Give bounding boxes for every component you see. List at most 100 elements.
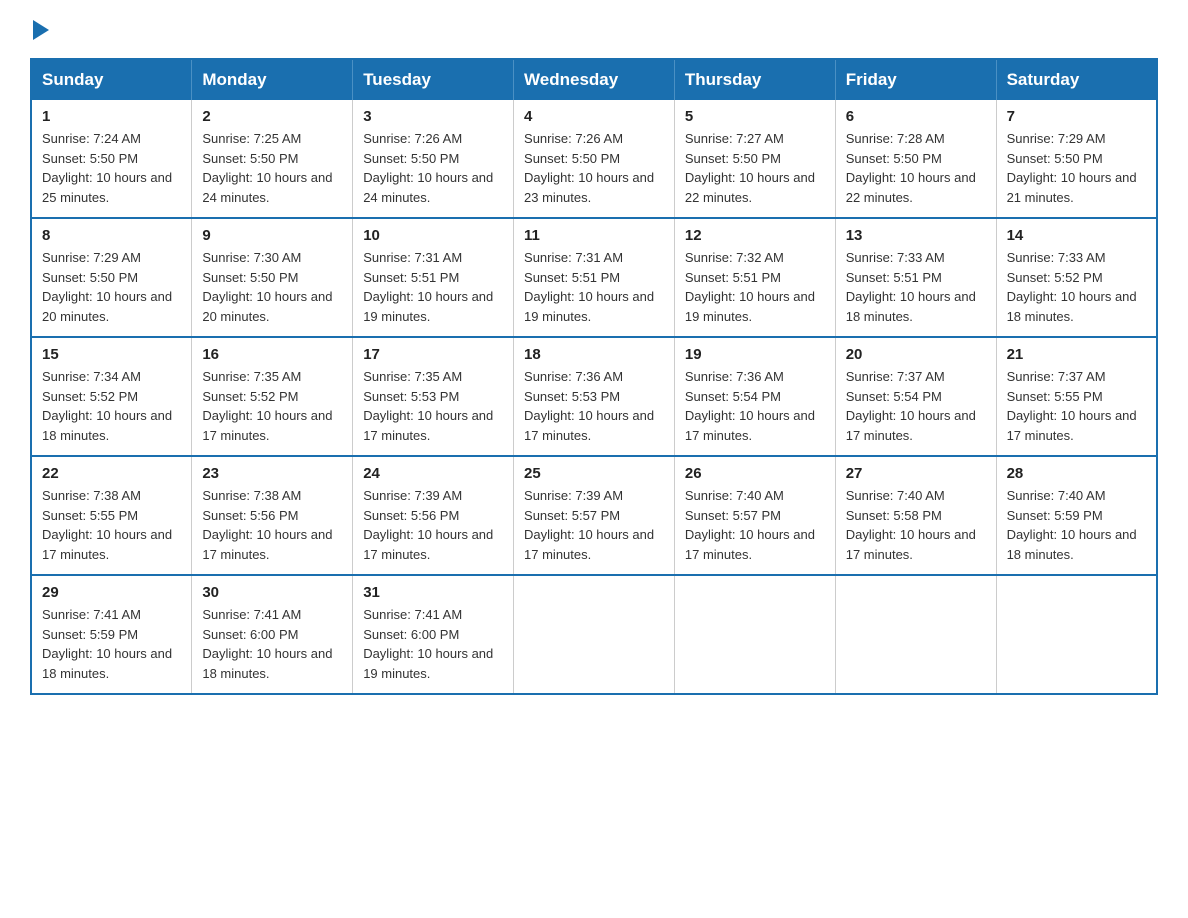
calendar-cell: 23 Sunrise: 7:38 AMSunset: 5:56 PMDayligh… [192, 456, 353, 575]
calendar-cell: 26 Sunrise: 7:40 AMSunset: 5:57 PMDayligh… [674, 456, 835, 575]
day-number: 3 [363, 108, 503, 125]
calendar-cell [674, 575, 835, 694]
day-info: Sunrise: 7:36 AMSunset: 5:53 PMDaylight:… [524, 367, 664, 445]
day-info: Sunrise: 7:34 AMSunset: 5:52 PMDaylight:… [42, 367, 181, 445]
day-info: Sunrise: 7:37 AMSunset: 5:54 PMDaylight:… [846, 367, 986, 445]
day-number: 28 [1007, 465, 1146, 482]
calendar-cell: 21 Sunrise: 7:37 AMSunset: 5:55 PMDayligh… [996, 337, 1157, 456]
day-number: 11 [524, 227, 664, 244]
day-number: 23 [202, 465, 342, 482]
day-number: 1 [42, 108, 181, 125]
day-number: 18 [524, 346, 664, 363]
day-info: Sunrise: 7:40 AMSunset: 5:57 PMDaylight:… [685, 486, 825, 564]
day-number: 21 [1007, 346, 1146, 363]
day-info: Sunrise: 7:38 AMSunset: 5:56 PMDaylight:… [202, 486, 342, 564]
day-info: Sunrise: 7:26 AMSunset: 5:50 PMDaylight:… [524, 129, 664, 207]
week-row-1: 1Sunrise: 7:24 AMSunset: 5:50 PMDaylight… [31, 100, 1157, 218]
day-number: 13 [846, 227, 986, 244]
calendar-cell: 16 Sunrise: 7:35 AMSunset: 5:52 PMDayligh… [192, 337, 353, 456]
day-number: 22 [42, 465, 181, 482]
calendar-cell: 18 Sunrise: 7:36 AMSunset: 5:53 PMDayligh… [514, 337, 675, 456]
calendar-cell: 5 Sunrise: 7:27 AMSunset: 5:50 PMDaylight… [674, 100, 835, 218]
day-number: 29 [42, 584, 181, 601]
calendar-cell [996, 575, 1157, 694]
calendar-cell [835, 575, 996, 694]
calendar-cell [514, 575, 675, 694]
weekday-header-thursday: Thursday [674, 59, 835, 100]
day-info: Sunrise: 7:31 AMSunset: 5:51 PMDaylight:… [363, 248, 503, 326]
calendar-cell: 24Sunrise: 7:39 AMSunset: 5:56 PMDayligh… [353, 456, 514, 575]
week-row-3: 15 Sunrise: 7:34 AMSunset: 5:52 PMDayligh… [31, 337, 1157, 456]
day-number: 4 [524, 108, 664, 125]
day-info: Sunrise: 7:35 AMSunset: 5:53 PMDaylight:… [363, 367, 503, 445]
day-number: 25 [524, 465, 664, 482]
day-number: 27 [846, 465, 986, 482]
day-number: 6 [846, 108, 986, 125]
day-number: 8 [42, 227, 181, 244]
day-info: Sunrise: 7:36 AMSunset: 5:54 PMDaylight:… [685, 367, 825, 445]
weekday-header-sunday: Sunday [31, 59, 192, 100]
calendar-cell: 1Sunrise: 7:24 AMSunset: 5:50 PMDaylight… [31, 100, 192, 218]
day-info: Sunrise: 7:31 AMSunset: 5:51 PMDaylight:… [524, 248, 664, 326]
week-row-4: 22 Sunrise: 7:38 AMSunset: 5:55 PMDayligh… [31, 456, 1157, 575]
day-info: Sunrise: 7:30 AMSunset: 5:50 PMDaylight:… [202, 248, 342, 326]
calendar-cell: 7Sunrise: 7:29 AMSunset: 5:50 PMDaylight… [996, 100, 1157, 218]
calendar-cell: 10Sunrise: 7:31 AMSunset: 5:51 PMDayligh… [353, 218, 514, 337]
day-info: Sunrise: 7:41 AMSunset: 6:00 PMDaylight:… [202, 605, 342, 683]
day-number: 30 [202, 584, 342, 601]
day-number: 26 [685, 465, 825, 482]
calendar-cell: 22 Sunrise: 7:38 AMSunset: 5:55 PMDayligh… [31, 456, 192, 575]
day-number: 14 [1007, 227, 1146, 244]
weekday-header-saturday: Saturday [996, 59, 1157, 100]
day-info: Sunrise: 7:40 AMSunset: 5:59 PMDaylight:… [1007, 486, 1146, 564]
calendar-cell: 31 Sunrise: 7:41 AMSunset: 6:00 PMDayligh… [353, 575, 514, 694]
day-number: 2 [202, 108, 342, 125]
weekday-header-friday: Friday [835, 59, 996, 100]
day-number: 16 [202, 346, 342, 363]
calendar-cell: 12 Sunrise: 7:32 AMSunset: 5:51 PMDayligh… [674, 218, 835, 337]
day-number: 17 [363, 346, 503, 363]
day-number: 20 [846, 346, 986, 363]
day-info: Sunrise: 7:38 AMSunset: 5:55 PMDaylight:… [42, 486, 181, 564]
day-number: 19 [685, 346, 825, 363]
day-info: Sunrise: 7:32 AMSunset: 5:51 PMDaylight:… [685, 248, 825, 326]
calendar-cell: 6 Sunrise: 7:28 AMSunset: 5:50 PMDaylight… [835, 100, 996, 218]
day-info: Sunrise: 7:33 AMSunset: 5:51 PMDaylight:… [846, 248, 986, 326]
calendar-cell: 14 Sunrise: 7:33 AMSunset: 5:52 PMDayligh… [996, 218, 1157, 337]
calendar-table: SundayMondayTuesdayWednesdayThursdayFrid… [30, 58, 1158, 695]
calendar-cell: 19 Sunrise: 7:36 AMSunset: 5:54 PMDayligh… [674, 337, 835, 456]
calendar-cell: 8Sunrise: 7:29 AMSunset: 5:50 PMDaylight… [31, 218, 192, 337]
calendar-cell: 17 Sunrise: 7:35 AMSunset: 5:53 PMDayligh… [353, 337, 514, 456]
week-row-5: 29 Sunrise: 7:41 AMSunset: 5:59 PMDayligh… [31, 575, 1157, 694]
day-info: Sunrise: 7:39 AMSunset: 5:56 PMDaylight:… [363, 486, 503, 564]
day-number: 9 [202, 227, 342, 244]
calendar-cell: 25Sunrise: 7:39 AMSunset: 5:57 PMDayligh… [514, 456, 675, 575]
day-info: Sunrise: 7:41 AMSunset: 6:00 PMDaylight:… [363, 605, 503, 683]
day-number: 15 [42, 346, 181, 363]
calendar-cell: 20 Sunrise: 7:37 AMSunset: 5:54 PMDayligh… [835, 337, 996, 456]
calendar-cell: 28 Sunrise: 7:40 AMSunset: 5:59 PMDayligh… [996, 456, 1157, 575]
weekday-header-row: SundayMondayTuesdayWednesdayThursdayFrid… [31, 59, 1157, 100]
week-row-2: 8Sunrise: 7:29 AMSunset: 5:50 PMDaylight… [31, 218, 1157, 337]
day-info: Sunrise: 7:35 AMSunset: 5:52 PMDaylight:… [202, 367, 342, 445]
weekday-header-wednesday: Wednesday [514, 59, 675, 100]
day-info: Sunrise: 7:28 AMSunset: 5:50 PMDaylight:… [846, 129, 986, 207]
calendar-cell: 29 Sunrise: 7:41 AMSunset: 5:59 PMDayligh… [31, 575, 192, 694]
calendar-cell: 13 Sunrise: 7:33 AMSunset: 5:51 PMDayligh… [835, 218, 996, 337]
day-info: Sunrise: 7:41 AMSunset: 5:59 PMDaylight:… [42, 605, 181, 683]
day-info: Sunrise: 7:25 AMSunset: 5:50 PMDaylight:… [202, 129, 342, 207]
weekday-header-tuesday: Tuesday [353, 59, 514, 100]
calendar-cell: 27 Sunrise: 7:40 AMSunset: 5:58 PMDayligh… [835, 456, 996, 575]
calendar-cell: 4 Sunrise: 7:26 AMSunset: 5:50 PMDaylight… [514, 100, 675, 218]
logo [30, 20, 49, 40]
day-number: 7 [1007, 108, 1146, 125]
calendar-cell: 30 Sunrise: 7:41 AMSunset: 6:00 PMDayligh… [192, 575, 353, 694]
calendar-cell: 3Sunrise: 7:26 AMSunset: 5:50 PMDaylight… [353, 100, 514, 218]
day-info: Sunrise: 7:40 AMSunset: 5:58 PMDaylight:… [846, 486, 986, 564]
day-number: 5 [685, 108, 825, 125]
day-info: Sunrise: 7:27 AMSunset: 5:50 PMDaylight:… [685, 129, 825, 207]
day-info: Sunrise: 7:33 AMSunset: 5:52 PMDaylight:… [1007, 248, 1146, 326]
day-number: 31 [363, 584, 503, 601]
day-number: 12 [685, 227, 825, 244]
day-info: Sunrise: 7:37 AMSunset: 5:55 PMDaylight:… [1007, 367, 1146, 445]
